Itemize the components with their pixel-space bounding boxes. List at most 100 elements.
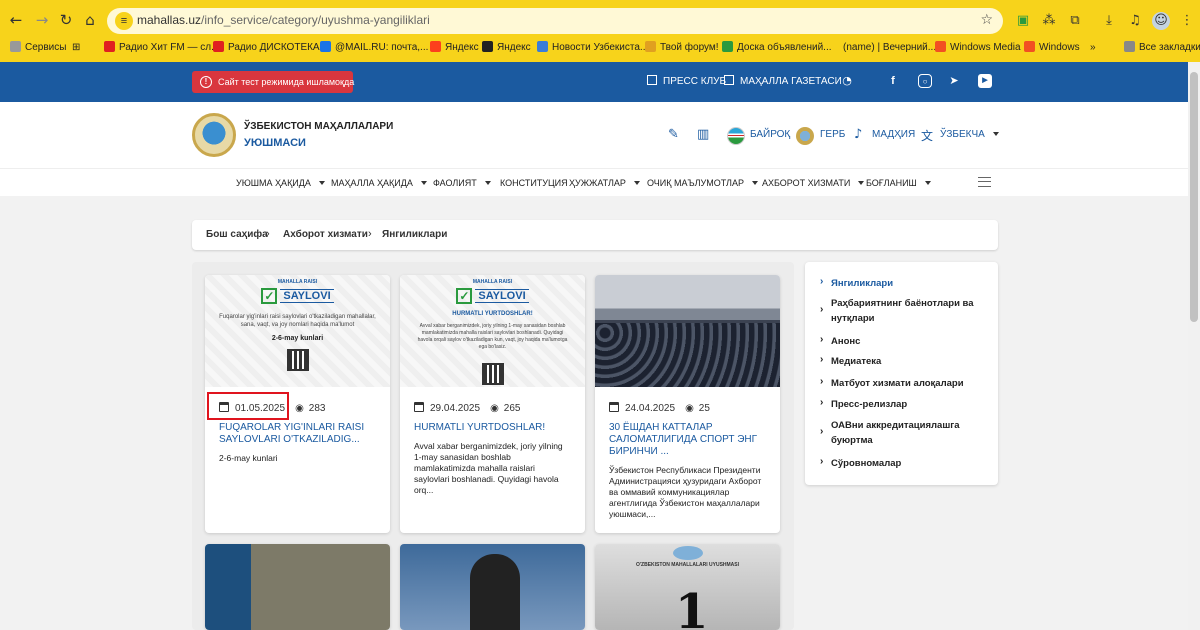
bookmark-item[interactable]: Доска объявлений... xyxy=(722,40,832,56)
news-thumbnail[interactable] xyxy=(400,544,585,630)
news-title[interactable]: FUQAROLAR YIG'INLARI RAISI SAYLOVLARI O'… xyxy=(219,422,379,446)
facebook-icon[interactable]: f xyxy=(886,74,900,88)
bookmark-item[interactable]: (name) | Вечерний... xyxy=(843,40,936,56)
qr-code xyxy=(482,363,504,385)
bookmark-item[interactable]: ⊞ xyxy=(72,40,80,56)
download-icon[interactable]: ⤓ xyxy=(1100,12,1118,30)
site-logo[interactable] xyxy=(192,113,236,157)
hamburger-menu-icon[interactable] xyxy=(978,177,991,187)
emblem-link[interactable]: ГЕРБ xyxy=(820,129,845,140)
bookmark-item[interactable]: Яндекс xyxy=(482,40,531,56)
news-thumbnail[interactable]: ✓ SAYLOVI MAHALLA RAISI Fuqarolar yig'inl… xyxy=(205,275,390,387)
chevron-down-icon xyxy=(992,132,999,136)
breadcrumb-current: Янгиликлари xyxy=(382,229,448,240)
nav-item[interactable]: БОҒЛАНИШ xyxy=(866,178,931,188)
bookmark-item[interactable]: Радио Хит FM — сл... xyxy=(104,40,219,56)
media-control-icon[interactable]: ♫ xyxy=(1126,12,1144,30)
pen-icon[interactable]: ✎ xyxy=(668,127,679,142)
brand-name-line1[interactable]: ЎЗБЕКИСТОН МАҲАЛЛАЛАРИ xyxy=(244,121,393,132)
chevron-right-icon: › xyxy=(266,228,270,240)
bookmark-item[interactable]: Радио ДИСКОТЕКА... xyxy=(213,40,328,56)
chevron-down-icon xyxy=(858,181,865,185)
nav-item[interactable]: АХБОРОТ ХИЗМАТИ xyxy=(762,178,865,188)
news-grid: ✓ SAYLOVI MAHALLA RAISI Fuqarolar yig'inl… xyxy=(192,262,794,630)
bookmark-item[interactable]: Windows xyxy=(1024,40,1080,56)
youtube-icon[interactable]: ▶ xyxy=(978,74,992,88)
sidebar-item[interactable]: Сўровномалар xyxy=(831,456,981,471)
flag-icon[interactable] xyxy=(727,127,745,145)
newspaper-link[interactable]: МАҲАЛЛА ГАЗЕТАСИ xyxy=(724,75,842,89)
language-select[interactable]: ЎЗБЕКЧА xyxy=(940,129,999,140)
flag-link[interactable]: БАЙРОҚ xyxy=(750,129,790,140)
bookmark-item[interactable]: Сервисы xyxy=(10,40,66,56)
back-icon[interactable]: ← xyxy=(6,10,26,30)
translate-icon[interactable]: 文 xyxy=(921,127,933,144)
bookmark-favicon-icon xyxy=(10,41,21,52)
extension-icon[interactable]: ▣ xyxy=(1014,12,1032,30)
bookmark-item[interactable]: Новости Узбекиста... xyxy=(537,40,648,56)
bookmark-item[interactable]: Все закладки xyxy=(1124,40,1200,56)
bookmark-item[interactable]: Яндекс xyxy=(430,40,479,56)
bookmark-item[interactable]: Windows Media xyxy=(935,40,1021,56)
nav-item[interactable]: МАҲАЛЛА ҲАҚИДА xyxy=(331,178,427,188)
news-card[interactable]: 24.04.2025 ◉ 25 30 ЁШДАН КАТТАЛАР САЛОМАТЛ… xyxy=(595,275,780,533)
sidebar-item[interactable]: Анонс xyxy=(831,334,981,349)
bookmark-favicon-icon xyxy=(722,41,733,52)
nav-item[interactable]: ҲУЖЖАТЛАР xyxy=(569,178,640,188)
main-nav: УЮШМА ҲАҚИДА МАҲАЛЛА ҲАҚИДА ФАОЛИЯТ КОНСТИТ… xyxy=(0,168,1188,196)
news-card[interactable]: ✓ SAYLOVI MAHALLA RAISI HURMATLI YURTDOSH… xyxy=(400,275,585,533)
anthem-link[interactable]: МАДҲИЯ xyxy=(872,129,915,140)
bookmark-item[interactable]: Твой форум! xyxy=(645,40,719,56)
sidebar-item[interactable]: Медиатека xyxy=(831,354,981,369)
bookmark-item[interactable]: » xyxy=(1090,40,1096,56)
news-thumbnail[interactable] xyxy=(595,275,780,387)
sidebar-item[interactable]: Пресс-релизлар xyxy=(831,397,981,412)
chevron-right-icon: › xyxy=(820,354,824,365)
scrollbar-thumb[interactable] xyxy=(1190,72,1198,322)
news-thumbnail[interactable]: ✓ SAYLOVI MAHALLA RAISI HURMATLI YURTDOSH… xyxy=(400,275,585,387)
extension-icon[interactable]: ⁂ xyxy=(1040,12,1058,30)
bookmark-star-icon[interactable]: ☆ xyxy=(980,12,993,28)
emblem-icon[interactable] xyxy=(796,127,814,145)
eye-icon: ◉ xyxy=(685,403,694,414)
news-views: 265 xyxy=(503,403,521,414)
external-link-icon xyxy=(724,75,734,85)
instagram-icon[interactable]: ○ xyxy=(918,74,932,88)
sidebar-item[interactable]: ОАВни аккредитациялашга буюртма xyxy=(831,418,981,448)
home-icon[interactable]: ⌂ xyxy=(80,10,100,30)
sidebar-item[interactable]: Раҳбариятнинг баёнотлари ва нутқлари xyxy=(831,296,981,326)
browser-toolbar: ← → ↻ ⌂ ≡ mahallas.uz/info_service/categ… xyxy=(0,6,1200,36)
brand-name-line2[interactable]: УЮШМАСИ xyxy=(244,137,306,149)
reload-icon[interactable]: ↻ xyxy=(56,10,76,30)
sidebar-item[interactable]: Матбуот хизмати алоқалари xyxy=(831,376,981,391)
forward-icon[interactable]: → xyxy=(32,10,52,30)
nav-item[interactable]: КОНСТИТУЦИЯ xyxy=(500,178,568,188)
breadcrumb-home[interactable]: Бош саҳифа xyxy=(206,229,268,240)
extensions-puzzle-icon[interactable]: ⧉ xyxy=(1066,12,1084,30)
accessibility-icon[interactable]: ◔ xyxy=(840,74,854,88)
nav-item[interactable]: ОЧИҚ МАЪЛУМОТЛАР xyxy=(647,178,758,188)
news-title[interactable]: HURMATLI YURTDOSHLAR! xyxy=(414,422,574,434)
address-bar[interactable]: ≡ mahallas.uz/info_service/category/uyus… xyxy=(107,8,1003,34)
news-thumbnail[interactable] xyxy=(205,544,390,630)
nav-item[interactable]: ФАОЛИЯТ xyxy=(433,178,491,188)
page-scrollbar[interactable] xyxy=(1188,62,1200,630)
breadcrumb-info-service[interactable]: Ахборот хизмати xyxy=(283,229,368,240)
press-club-link[interactable]: ПРЕСС КЛУБ xyxy=(647,75,726,89)
telegram-icon[interactable]: ➤ xyxy=(947,74,961,88)
site-info-icon[interactable]: ≡ xyxy=(115,12,133,30)
music-note-icon[interactable]: ♪ xyxy=(854,127,862,142)
news-card[interactable] xyxy=(205,544,390,630)
bookmark-favicon-icon xyxy=(1124,41,1135,52)
address-url[interactable]: mahallas.uz/info_service/category/uyushm… xyxy=(137,13,430,27)
news-card[interactable]: O'ZBEKISTON MAHALLALARI UYUSHMASI 1 xyxy=(595,544,780,630)
news-card[interactable] xyxy=(400,544,585,630)
sidebar-item[interactable]: Янгиликлари xyxy=(831,276,981,291)
menu-dots-icon[interactable]: ⋮ xyxy=(1178,12,1196,30)
profile-avatar[interactable]: ☺ xyxy=(1152,12,1170,30)
news-thumbnail[interactable]: O'ZBEKISTON MAHALLALARI UYUSHMASI 1 xyxy=(595,544,780,630)
book-icon[interactable]: ▥ xyxy=(697,127,709,142)
nav-item[interactable]: УЮШМА ҲАҚИДА xyxy=(236,178,325,188)
bookmark-item[interactable]: @MAIL.RU: почта,... xyxy=(320,40,428,56)
news-title[interactable]: 30 ЁШДАН КАТТАЛАР САЛОМАТЛИГИДА СПОРТ ЭН… xyxy=(609,422,769,458)
